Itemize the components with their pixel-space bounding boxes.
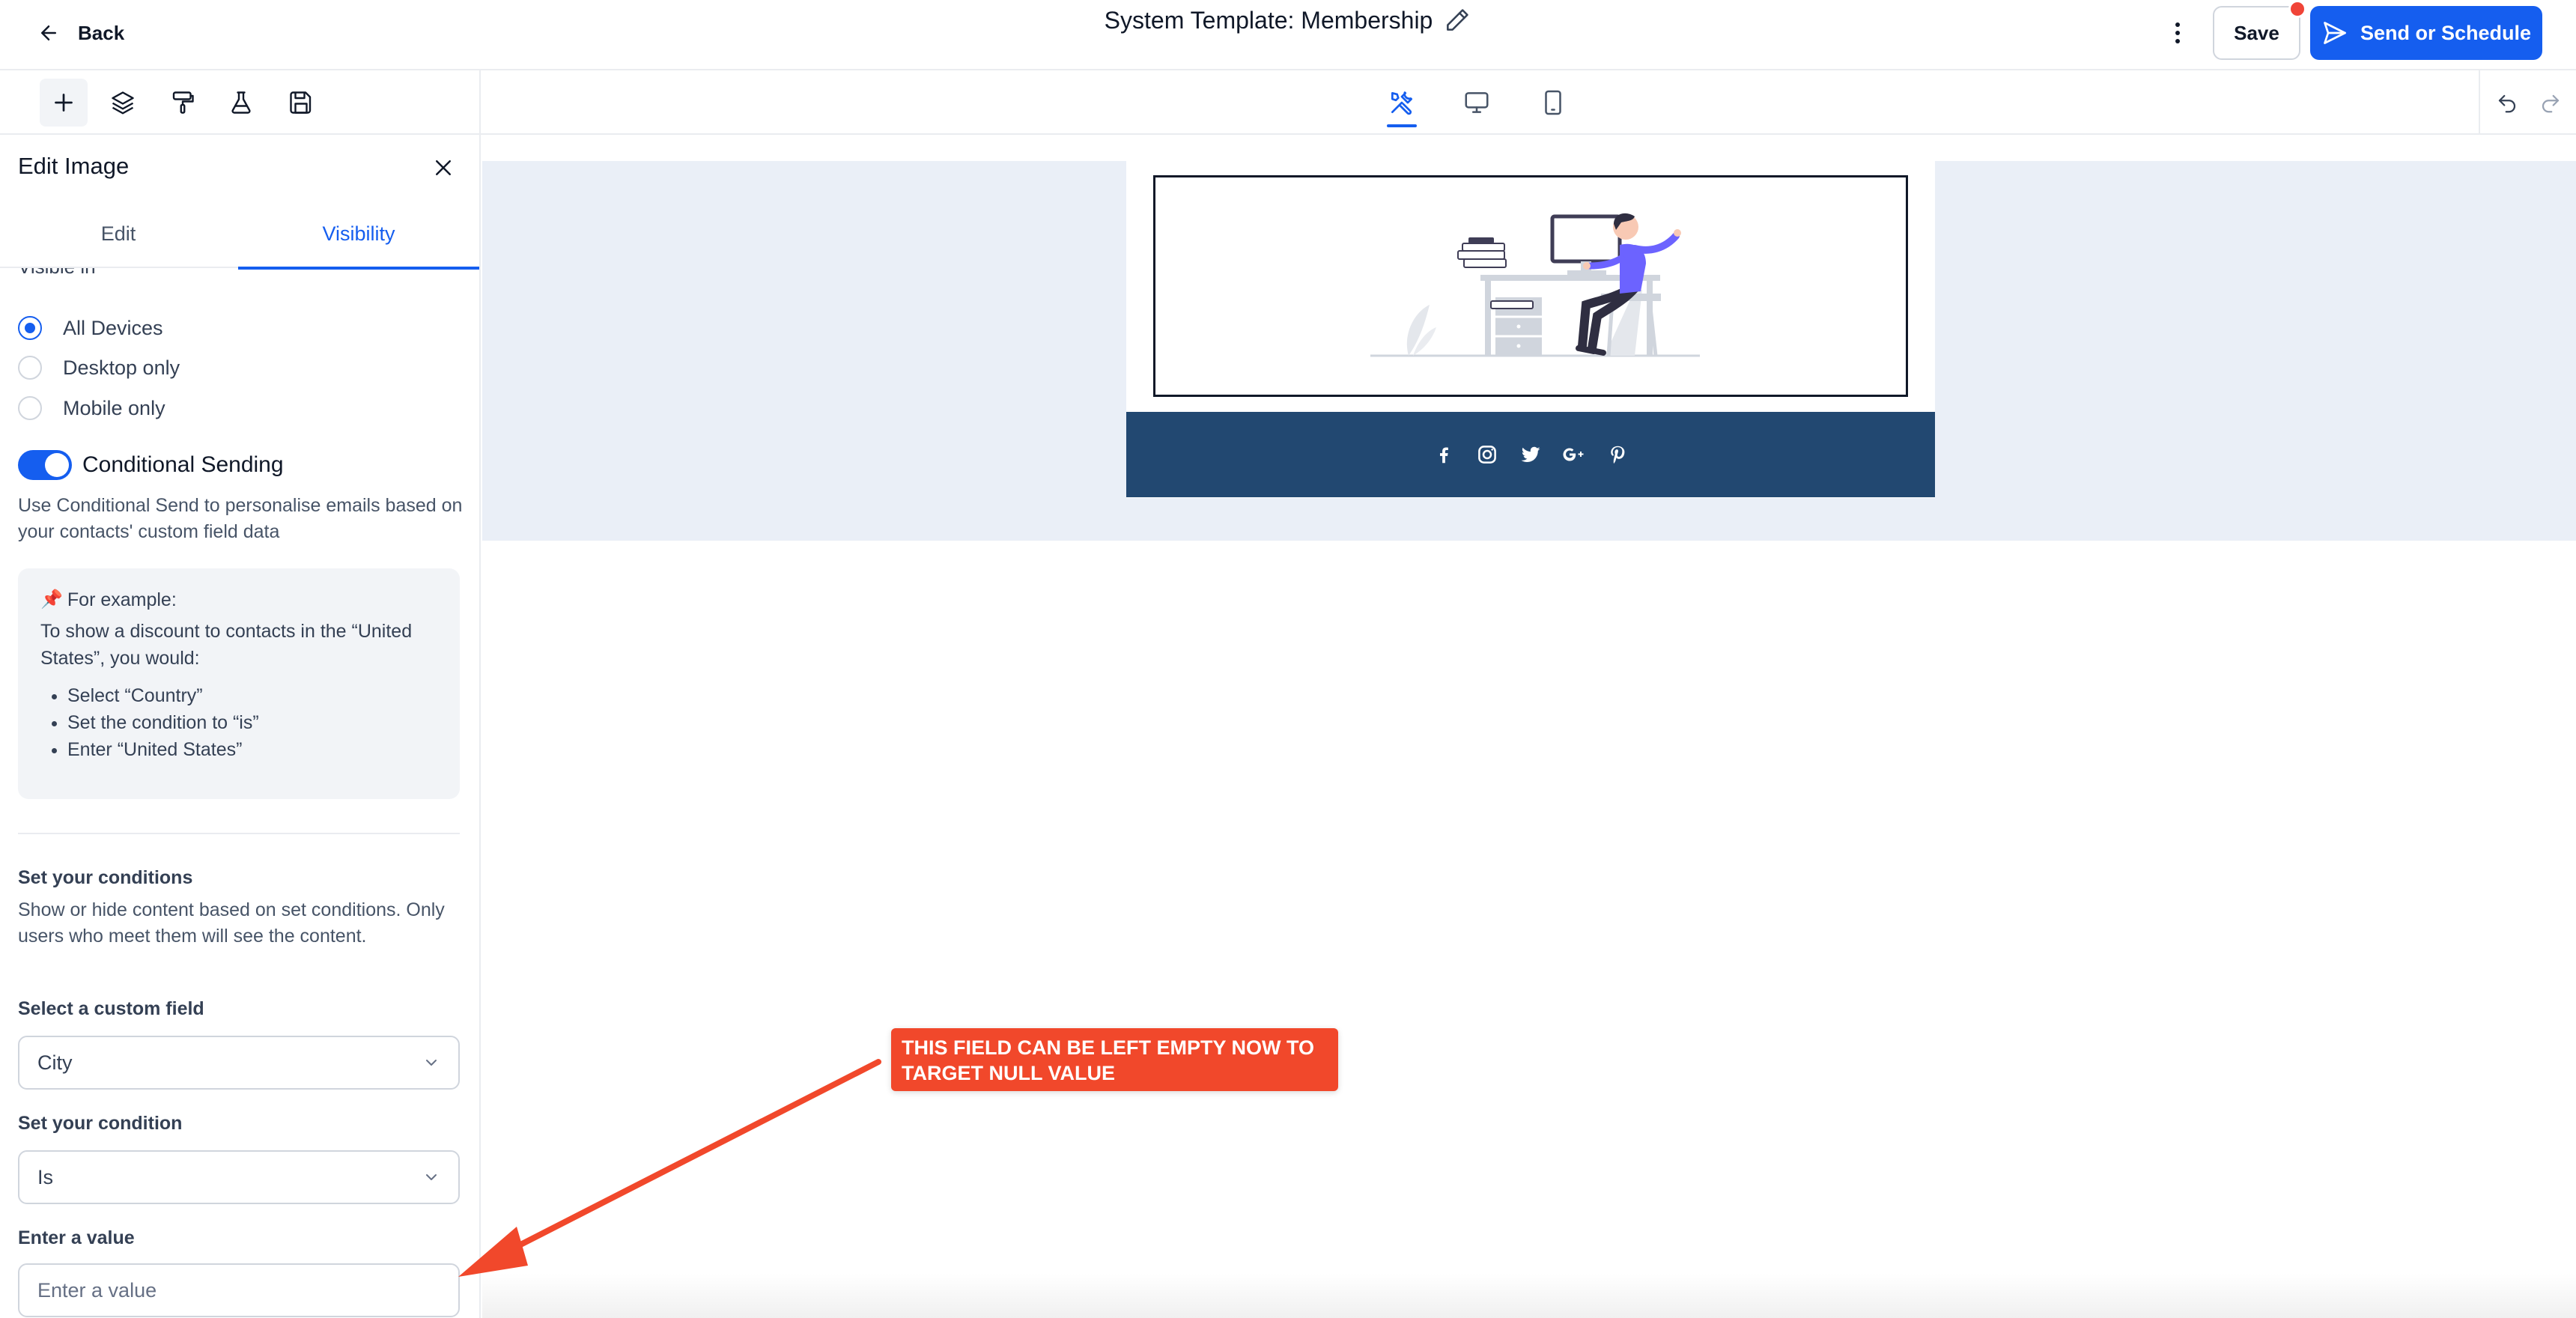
visible-in-label: Visible in (18, 268, 96, 283)
condition-select[interactable]: Is (18, 1150, 460, 1204)
close-panel-button[interactable] (427, 151, 460, 184)
tab-mobile-preview[interactable] (1531, 79, 1576, 126)
add-block-button[interactable] (40, 79, 88, 127)
value-label: Enter a value (18, 1227, 135, 1248)
value-input[interactable] (18, 1263, 460, 1317)
twitter-link[interactable] (1519, 443, 1542, 466)
radio-button-desktop-only[interactable] (18, 356, 42, 380)
send-icon (2324, 22, 2346, 44)
save-button[interactable]: Save (2213, 6, 2300, 60)
styles-button[interactable] (159, 79, 207, 127)
save-template-button[interactable] (277, 79, 325, 127)
toolbar-divider (2479, 70, 2480, 135)
mobile-icon (1545, 90, 1561, 115)
send-or-schedule-button[interactable]: Send or Schedule (2310, 6, 2542, 60)
flask-icon (231, 91, 251, 114)
undo-button[interactable] (2491, 87, 2524, 120)
radio-label: Mobile only (63, 396, 165, 419)
canvas-bottom-shadow (482, 1273, 2576, 1318)
more-options-button[interactable] (2164, 15, 2191, 51)
panel-title: Edit Image (18, 153, 130, 179)
back-button[interactable]: Back (37, 16, 124, 49)
radio-desktop-only[interactable]: Desktop only (18, 351, 180, 384)
kebab-menu-icon (2175, 22, 2180, 43)
set-conditions-title: Set your conditions (18, 867, 193, 888)
instagram-icon (1478, 446, 1496, 464)
section-divider (18, 833, 460, 834)
editor-toolbar (0, 70, 2576, 135)
instagram-link[interactable] (1476, 443, 1498, 466)
chevron-down-icon (426, 1060, 437, 1066)
pinterest-link[interactable] (1606, 443, 1629, 466)
chevron-down-icon (426, 1174, 437, 1180)
panel-tabs: Edit Visibility (0, 199, 479, 270)
conditional-sending-label: Conditional Sending (82, 452, 284, 477)
email-footer (1126, 412, 1935, 497)
arrow-left-icon (41, 25, 56, 40)
close-icon (436, 160, 451, 175)
facebook-icon (1440, 447, 1448, 464)
example-title-text: For example: (67, 589, 177, 610)
pencil-icon[interactable] (1443, 6, 1471, 34)
radio-label: Desktop only (63, 356, 180, 379)
send-label: Send or Schedule (2360, 21, 2532, 44)
save-icon (290, 91, 312, 114)
example-title: 📌 For example: (40, 586, 437, 613)
conditional-sending-toggle[interactable] (18, 450, 72, 480)
tab-edit[interactable]: Edit (0, 199, 237, 268)
radio-label: All Devices (63, 316, 163, 339)
tab-visibility[interactable]: Visibility (238, 199, 479, 270)
notification-dot (2288, 0, 2306, 18)
tab-build[interactable] (1379, 79, 1424, 127)
edit-image-panel: Edit Image Edit Visibility Visible in Al… (0, 135, 481, 1318)
example-box: 📌 For example: To show a discount to con… (18, 568, 460, 799)
test-button[interactable] (217, 79, 265, 127)
list-item: Enter “United States” (67, 736, 437, 763)
conditional-sending-description: Use Conditional Send to personalise emai… (18, 495, 463, 542)
pushpin-icon: 📌 (40, 589, 63, 610)
person-at-desk-illustration (1370, 213, 1700, 357)
example-intro: To show a discount to contacts in the “U… (40, 621, 413, 669)
pinterest-icon (1611, 446, 1625, 464)
selected-image-block[interactable] (1153, 175, 1908, 397)
radio-mobile-only[interactable]: Mobile only (18, 392, 165, 425)
custom-field-select[interactable]: City (18, 1036, 460, 1090)
panel-header: Edit Image (0, 135, 479, 199)
radio-button-all-devices[interactable] (18, 316, 42, 340)
twitter-icon (1521, 446, 1540, 462)
undo-icon (2498, 94, 2516, 113)
build-tools-icon (1391, 91, 1413, 115)
condition-value: Is (37, 1165, 54, 1188)
redo-button[interactable] (2534, 87, 2567, 120)
top-bar: Back System Template: Membership Save Se… (0, 0, 2576, 70)
custom-field-value: City (37, 1051, 73, 1074)
google-plus-icon (1563, 448, 1584, 461)
set-conditions-description: Show or hide content based on set condit… (18, 899, 445, 947)
list-item: Select “Country” (67, 682, 437, 709)
tool-group (0, 70, 481, 135)
condition-label: Set your condition (18, 1113, 183, 1134)
tab-desktop-preview[interactable] (1454, 79, 1499, 126)
layers-button[interactable] (99, 79, 147, 127)
add-icon (55, 94, 73, 112)
paint-roller-icon (172, 91, 194, 114)
radio-all-devices[interactable]: All Devices (18, 312, 163, 344)
custom-field-label: Select a custom field (18, 998, 204, 1019)
annotation-callout: THIS FIELD CAN BE LEFT EMPTY NOW TO TARG… (891, 1028, 1338, 1091)
redo-icon (2542, 94, 2560, 113)
layers-icon (112, 91, 134, 115)
visible-in-label-text: Visible in (18, 268, 96, 278)
list-item: Set the condition to “is” (67, 709, 437, 736)
back-label: Back (78, 21, 125, 44)
page-title: System Template: Membership (1104, 6, 1433, 34)
example-steps: Select “Country” Set the condition to “i… (40, 682, 437, 763)
google-plus-link[interactable] (1563, 443, 1585, 466)
radio-button-mobile-only[interactable] (18, 396, 42, 420)
conditional-sending-row: Conditional Sending (18, 446, 284, 484)
desktop-icon (1465, 92, 1489, 113)
facebook-link[interactable] (1433, 443, 1455, 466)
